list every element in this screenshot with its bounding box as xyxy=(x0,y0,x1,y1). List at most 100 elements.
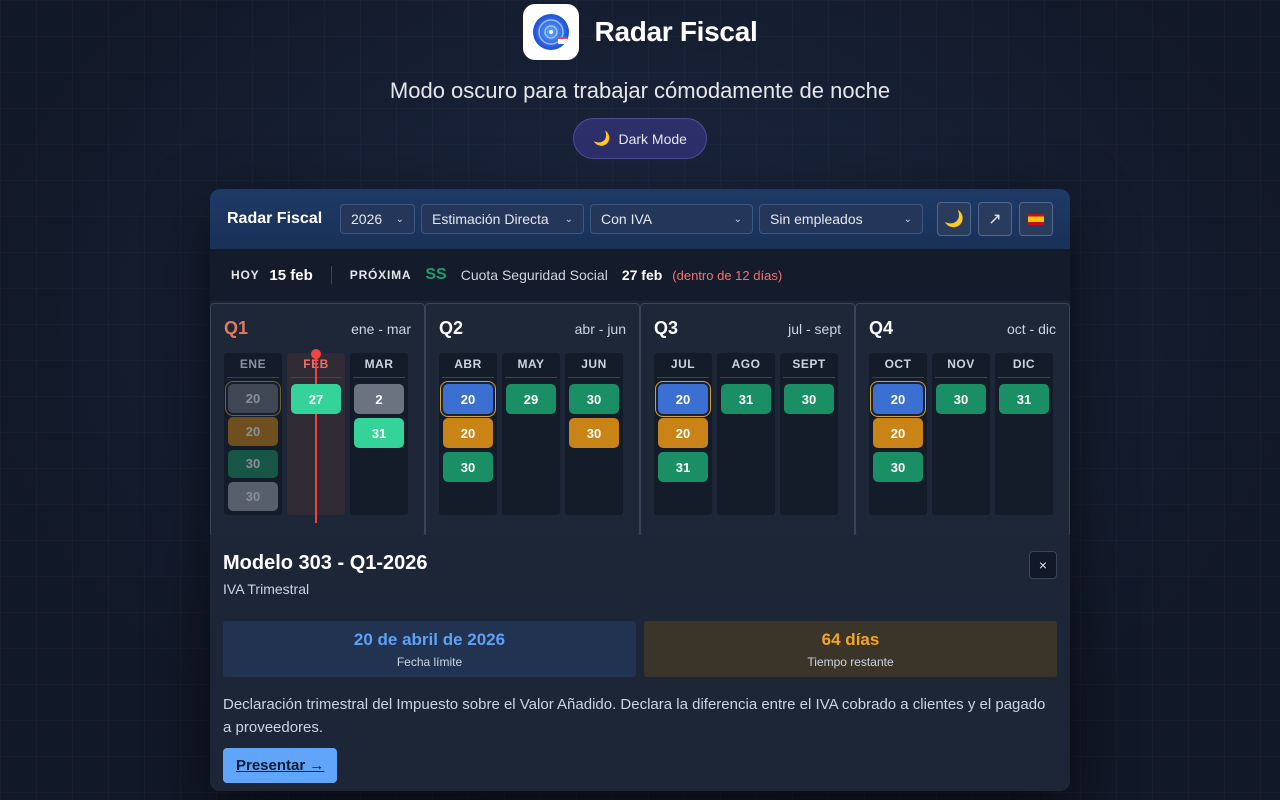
employees-select-value: Sin empleados xyxy=(770,211,863,227)
month-label: MAR xyxy=(353,357,405,378)
divider xyxy=(330,266,332,284)
detail-panel: Modelo 303 - Q1-2026 IVA Trimestral × 20… xyxy=(210,535,1070,791)
quarter-name: Q2 xyxy=(439,318,464,338)
deadline-chip[interactable]: 27 xyxy=(291,384,341,414)
present-button[interactable]: Presentar → xyxy=(223,748,338,783)
month-jul: JUL 20 20 31 xyxy=(654,353,712,515)
month-label: AGO xyxy=(720,357,772,378)
deadline-chip[interactable]: 31 xyxy=(999,384,1049,414)
next-obligation-remaining: (dentro de 12 días) xyxy=(672,267,783,283)
deadline-chip[interactable]: 30 xyxy=(784,384,834,414)
language-button[interactable] xyxy=(1019,202,1053,236)
month-oct: OCT 20 20 30 xyxy=(869,353,927,515)
month-label: DIC xyxy=(998,357,1050,378)
hero-header: Radar Fiscal xyxy=(0,4,1280,60)
toolbar-title: Radar Fiscal xyxy=(227,210,323,227)
moon-icon: 🌙 xyxy=(593,130,611,146)
deadline-chip[interactable]: 30 xyxy=(936,384,986,414)
month-feb: FEB 27 xyxy=(287,349,345,523)
deadline-chip[interactable]: 20 xyxy=(228,384,278,413)
deadline-chip[interactable]: 2 xyxy=(354,384,404,414)
deadline-chip[interactable]: 30 xyxy=(873,452,923,482)
month-label: JUN xyxy=(568,357,620,378)
deadline-chip[interactable]: 31 xyxy=(658,452,708,482)
deadline-chip[interactable]: 31 xyxy=(721,384,771,414)
app-title: Radar Fiscal xyxy=(594,16,758,47)
next-tag: SS xyxy=(425,266,447,283)
dark-mode-label: Dark Mode xyxy=(618,130,687,147)
toolbar: Radar Fiscal 2026 ⌄ Estimación Directa ⌄ C… xyxy=(210,189,1070,249)
app-window: Radar Fiscal 2026 ⌄ Estimación Directa ⌄ C… xyxy=(210,189,1070,791)
today-bar: HOY 15 feb PRÓXIMA SS Cuota Seguridad So… xyxy=(210,249,1070,301)
quarter-q2: Q2 abr - jun ABR 20 20 30 MAY 29 JUN 30 … xyxy=(425,303,640,537)
detail-title: Modelo 303 - Q1-2026 xyxy=(223,552,428,574)
deadline-chip[interactable]: 20 xyxy=(658,418,708,448)
deadline-chip[interactable]: 30 xyxy=(228,449,278,479)
dark-mode-badge[interactable]: 🌙 Dark Mode xyxy=(573,118,707,159)
vat-select-value: Con IVA xyxy=(601,211,653,227)
month-label: SEPT xyxy=(783,357,835,378)
month-nov: NOV 30 xyxy=(932,353,990,515)
deadline-chip[interactable]: 20 xyxy=(873,384,923,414)
deadline-stat: 20 de abril de 2026 Fecha límite xyxy=(223,621,636,677)
next-obligation-name[interactable]: Cuota Seguridad Social xyxy=(461,267,608,283)
deadline-chip[interactable]: 20 xyxy=(443,384,493,414)
regime-select[interactable]: Estimación Directa ⌄ xyxy=(421,204,584,234)
remaining-label: Tiempo restante xyxy=(807,654,894,669)
quarters-grid: Q1 ene - mar ENE 20 20 30 30 FEB 27 xyxy=(210,301,1070,537)
quarter-name: Q1 xyxy=(224,318,249,338)
month-sept: SEPT 30 xyxy=(780,353,838,515)
month-label: MAY xyxy=(505,357,557,378)
quarter-q3: Q3 jul - sept JUL 20 20 31 AGO 31 SEPT 3… xyxy=(640,303,855,537)
quarter-range: abr - jun xyxy=(574,321,626,337)
close-button[interactable]: × xyxy=(1029,551,1057,579)
month-jun: JUN 30 30 xyxy=(565,353,623,515)
chevron-down-icon: ⌄ xyxy=(564,213,573,225)
month-label: ABR xyxy=(442,357,494,378)
hero-subtitle: Modo oscuro para trabajar cómodamente de… xyxy=(389,78,891,103)
deadline-chip[interactable]: 30 xyxy=(443,452,493,482)
quarter-name: Q4 xyxy=(869,318,894,338)
deadline-chip[interactable]: 30 xyxy=(228,482,278,511)
radar-app-icon xyxy=(522,4,579,60)
today-value: 15 feb xyxy=(269,266,313,284)
quarter-range: ene - mar xyxy=(351,321,411,337)
month-abr: ABR 20 20 30 xyxy=(439,353,497,515)
year-select[interactable]: 2026 ⌄ xyxy=(340,204,415,234)
month-label: NOV xyxy=(935,357,987,378)
regime-select-value: Estimación Directa xyxy=(432,211,549,227)
vat-select[interactable]: Con IVA ⌄ xyxy=(590,204,753,234)
month-ene: ENE 20 20 30 30 xyxy=(224,353,282,515)
deadline-chip[interactable]: 20 xyxy=(873,418,923,448)
open-external-button[interactable]: ↗ xyxy=(978,202,1012,236)
month-mar: MAR 2 31 xyxy=(350,353,408,515)
month-label: JUL xyxy=(657,357,709,378)
deadline-chip[interactable]: 20 xyxy=(228,416,278,446)
chevron-down-icon: ⌄ xyxy=(733,213,742,225)
year-select-value: 2026 xyxy=(351,211,383,227)
quarter-range: jul - sept xyxy=(788,321,841,337)
employees-select[interactable]: Sin empleados ⌄ xyxy=(759,204,923,234)
next-obligation-date: 27 feb xyxy=(621,267,663,283)
deadline-chip[interactable]: 30 xyxy=(569,384,619,414)
deadline-chip[interactable]: 20 xyxy=(443,418,493,448)
quarter-name: Q3 xyxy=(654,318,679,338)
deadline-chip[interactable]: 29 xyxy=(506,384,556,414)
deadline-chip[interactable]: 31 xyxy=(354,418,404,448)
close-icon: × xyxy=(1038,557,1048,573)
detail-stats: 20 de abril de 2026 Fecha límite 64 días… xyxy=(223,621,1057,677)
chevron-down-icon: ⌄ xyxy=(903,213,912,225)
month-may: MAY 29 xyxy=(502,353,560,515)
remaining-stat: 64 días Tiempo restante xyxy=(644,621,1057,677)
theme-toggle-button[interactable]: 🌙 xyxy=(937,202,971,236)
quarter-q1: Q1 ene - mar ENE 20 20 30 30 FEB 27 xyxy=(210,303,425,537)
today-label: HOY xyxy=(231,268,260,282)
deadline-chip[interactable]: 30 xyxy=(569,418,619,448)
chevron-down-icon: ⌄ xyxy=(395,213,404,225)
month-dic: DIC 31 xyxy=(995,353,1053,515)
detail-description: Declaración trimestral del Impuesto sobr… xyxy=(223,696,1046,736)
deadline-chip[interactable]: 20 xyxy=(658,384,708,414)
spain-flag-icon xyxy=(1028,213,1044,225)
detail-subtitle: IVA Trimestral xyxy=(223,581,310,597)
external-link-icon: ↗ xyxy=(988,211,1002,228)
